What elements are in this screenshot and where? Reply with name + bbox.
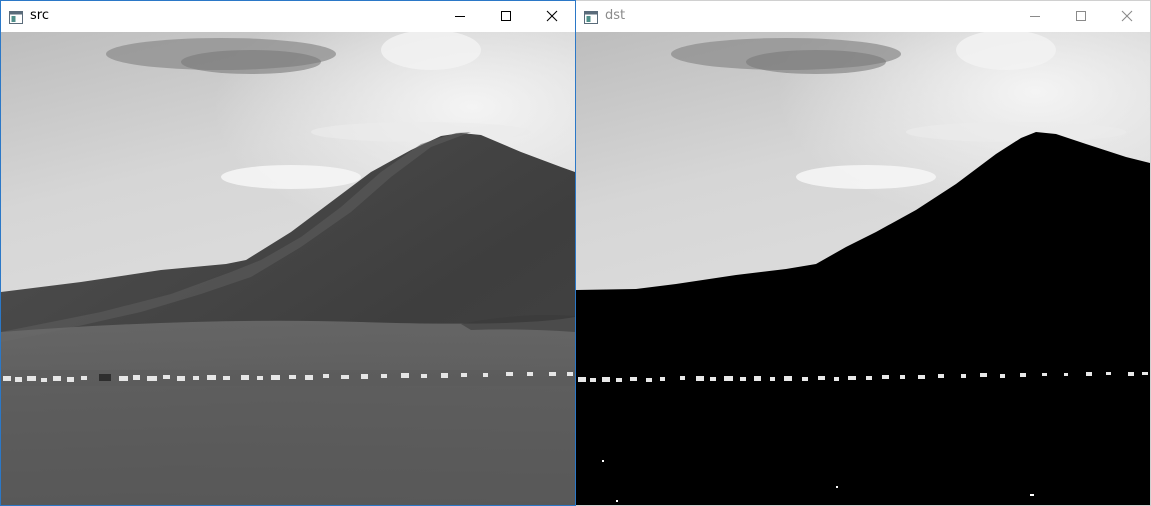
src-window[interactable]: src [0,0,576,506]
minimize-button[interactable] [1012,1,1058,31]
maximize-icon [501,11,511,21]
maximize-button[interactable] [483,1,529,31]
dst-image [576,32,1150,505]
app-icon [584,9,598,24]
src-image [1,32,575,505]
window-title: dst [605,8,626,23]
maximize-button[interactable] [1058,1,1104,31]
close-icon [1121,10,1133,22]
close-icon [546,10,558,22]
close-button[interactable] [1104,1,1150,31]
app-icon [9,9,23,24]
minimize-button[interactable] [437,1,483,31]
minimize-icon [455,16,465,17]
dst-window[interactable]: dst [576,0,1151,506]
src-title-bar[interactable]: src [1,1,575,31]
window-title: src [30,8,49,23]
minimize-icon [1030,16,1040,17]
maximize-icon [1076,11,1086,21]
close-button[interactable] [529,1,575,31]
dst-title-bar[interactable]: dst [576,1,1150,31]
